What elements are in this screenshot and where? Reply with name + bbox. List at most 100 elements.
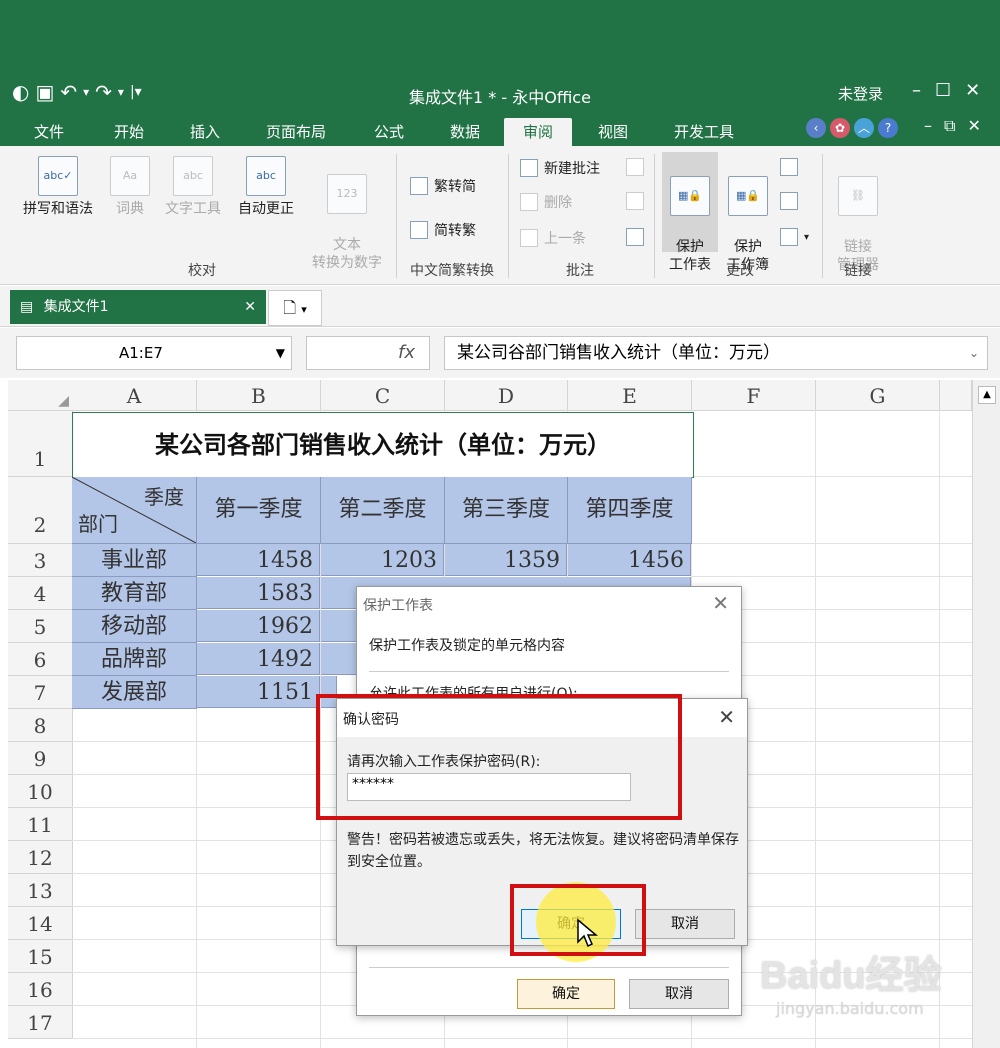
row-header-12[interactable]: 12 xyxy=(8,841,73,874)
corner-header-cell[interactable]: 季度 部门 xyxy=(72,477,197,544)
value-cell[interactable]: 1962 xyxy=(197,610,320,642)
edit-comment-button[interactable] xyxy=(626,192,644,210)
row-header-1[interactable]: 1 xyxy=(8,411,73,477)
maximize-icon[interactable]: ☐ xyxy=(935,80,951,101)
formula-input[interactable]: 某公司谷部门销售收入统计（单位：万元） ⌄ xyxy=(444,336,988,370)
show-comment-button[interactable] xyxy=(626,158,644,176)
value-cell[interactable]: 1359 xyxy=(445,544,567,576)
value-cell[interactable] xyxy=(321,643,357,675)
protect-ok-button[interactable]: 确定 xyxy=(517,979,615,1009)
column-header-a[interactable]: A xyxy=(72,380,197,411)
doc-restore-icon[interactable]: ⧉ xyxy=(944,116,955,136)
tab-data[interactable]: 数据 xyxy=(430,118,500,146)
expand-formula-icon[interactable]: ⌄ xyxy=(969,337,979,369)
close-icon[interactable]: ✕ xyxy=(712,591,729,615)
scroll-up-icon[interactable]: ▲ xyxy=(978,386,996,404)
link-manager-button[interactable]: ⛓ 链接 管理器 xyxy=(830,158,886,274)
table-title[interactable]: 某公司各部门销售收入统计（单位：万元） xyxy=(72,412,694,478)
value-cell[interactable]: 1456 xyxy=(568,544,691,576)
department-cell[interactable]: 发展部 xyxy=(72,676,197,709)
chevron-down-icon[interactable]: ▼ xyxy=(276,337,285,369)
prev-comment-button[interactable]: 上一条 xyxy=(520,228,586,248)
quarter-header-1[interactable]: 第一季度 xyxy=(197,477,321,544)
select-all-corner[interactable]: ◢ xyxy=(8,380,73,411)
tab-page-layout[interactable]: 页面布局 xyxy=(252,118,340,146)
skin-icon[interactable]: ✿ xyxy=(830,118,850,138)
collapse-ribbon-icon[interactable]: ︿ xyxy=(854,118,874,138)
tab-developer[interactable]: 开发工具 xyxy=(660,118,748,146)
tab-home[interactable]: 开始 xyxy=(94,118,164,146)
close-tab-icon[interactable]: ✕ xyxy=(244,290,256,324)
share-workbook-button[interactable] xyxy=(780,192,798,210)
back-icon[interactable]: ‹ xyxy=(806,118,826,138)
protect-cancel-button[interactable]: 取消 xyxy=(629,979,729,1009)
tab-view[interactable]: 视图 xyxy=(578,118,648,146)
trad-to-simp-button[interactable]: 繁转简 xyxy=(410,176,476,196)
row-header-3[interactable]: 3 xyxy=(8,544,73,577)
row-header-15[interactable]: 15 xyxy=(8,940,73,973)
doc-close-icon[interactable]: ✕ xyxy=(967,116,980,136)
protect-workbook-button[interactable]: ▦🔒 保护 工作簿 xyxy=(720,158,776,274)
row-header-17[interactable]: 17 xyxy=(8,1006,73,1039)
row-header-2[interactable]: 2 xyxy=(8,477,73,544)
name-box[interactable]: A1:E7 ▼ xyxy=(16,336,292,370)
row-header-16[interactable]: 16 xyxy=(8,973,73,1006)
tab-file[interactable]: 文件 xyxy=(14,118,84,146)
tab-review[interactable]: 审阅 xyxy=(504,118,572,146)
value-cell[interactable]: 1458 xyxy=(197,544,320,576)
column-header-b[interactable]: B xyxy=(197,380,321,411)
new-document-button[interactable]: 🗋 ▾ xyxy=(268,290,322,326)
column-header-g[interactable]: G xyxy=(816,380,940,411)
close-icon[interactable]: ✕ xyxy=(965,80,980,101)
row-header-11[interactable]: 11 xyxy=(8,808,73,841)
column-header-h[interactable] xyxy=(940,380,972,411)
quarter-header-4[interactable]: 第四季度 xyxy=(568,477,692,544)
new-comment-button[interactable]: 新建批注 xyxy=(520,158,600,178)
row-header-7[interactable]: 7 xyxy=(8,676,73,709)
department-cell[interactable]: 移动部 xyxy=(72,610,197,643)
dictionary-button[interactable]: Aa 词典 xyxy=(104,156,156,218)
document-tab[interactable]: ▤ 集成文件1 ✕ xyxy=(10,290,266,324)
column-header-c[interactable]: C xyxy=(321,380,445,411)
protect-sheet-button[interactable]: ▦🔒 保护 工作表 xyxy=(662,158,718,274)
show-all-comments-button[interactable] xyxy=(626,228,644,246)
value-cell[interactable]: 1583 xyxy=(197,577,320,609)
autocorrect-button[interactable]: abc 自动更正 xyxy=(230,156,302,218)
text-to-number-button[interactable]: 123 文本 转换为数字 xyxy=(304,156,390,272)
row-header-13[interactable]: 13 xyxy=(8,874,73,907)
text-tools-button[interactable]: abc 文字工具 xyxy=(158,156,228,218)
login-status[interactable]: 未登录 xyxy=(838,83,883,104)
help-icon[interactable]: ? xyxy=(878,118,898,138)
vertical-scrollbar[interactable]: ▲ xyxy=(972,380,1000,1048)
column-header-d[interactable]: D xyxy=(445,380,568,411)
row-header-9[interactable]: 9 xyxy=(8,742,73,775)
row-header-5[interactable]: 5 xyxy=(8,610,73,643)
track-changes-button[interactable]: ▾ xyxy=(780,228,809,246)
close-icon[interactable]: ✕ xyxy=(718,705,735,729)
spell-check-button[interactable]: abc✓ 拼写和语法 xyxy=(14,156,102,218)
department-cell[interactable]: 品牌部 xyxy=(72,643,197,676)
value-cell[interactable]: 1151 xyxy=(197,676,320,708)
allow-edit-ranges-button[interactable] xyxy=(780,158,798,176)
department-cell[interactable]: 事业部 xyxy=(72,544,197,577)
doc-minimize-icon[interactable]: – xyxy=(924,116,932,136)
confirm-cancel-button[interactable]: 取消 xyxy=(635,909,735,939)
tab-insert[interactable]: 插入 xyxy=(170,118,240,146)
value-cell[interactable]: 1492 xyxy=(197,643,320,675)
delete-comment-button[interactable]: 删除 xyxy=(520,192,572,212)
column-header-e[interactable]: E xyxy=(568,380,692,411)
row-header-4[interactable]: 4 xyxy=(8,577,73,610)
fx-button[interactable]: fx xyxy=(306,336,430,370)
tab-formulas[interactable]: 公式 xyxy=(354,118,424,146)
column-header-f[interactable]: F xyxy=(692,380,816,411)
row-header-14[interactable]: 14 xyxy=(8,907,73,940)
row-header-8[interactable]: 8 xyxy=(8,709,73,742)
row-header-10[interactable]: 10 xyxy=(8,775,73,808)
quarter-header-2[interactable]: 第二季度 xyxy=(321,477,445,544)
value-cell[interactable]: 1203 xyxy=(321,544,444,576)
simp-to-trad-button[interactable]: 简转繁 xyxy=(410,220,476,240)
department-cell[interactable]: 教育部 xyxy=(72,577,197,610)
row-header-6[interactable]: 6 xyxy=(8,643,73,676)
minimize-icon[interactable]: – xyxy=(912,80,921,101)
value-cell[interactable] xyxy=(321,610,357,642)
